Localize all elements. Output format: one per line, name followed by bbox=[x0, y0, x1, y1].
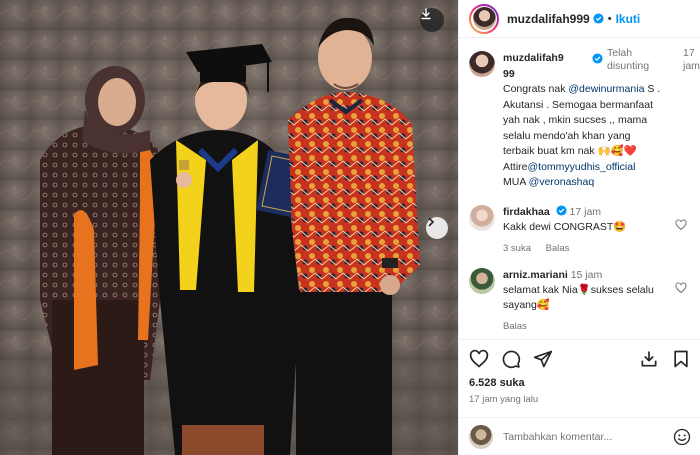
send-icon[interactable] bbox=[533, 349, 553, 369]
comment-input[interactable]: Tambahkan komentar... bbox=[503, 431, 673, 443]
heart-icon[interactable] bbox=[675, 218, 687, 231]
author-avatar[interactable] bbox=[469, 3, 499, 34]
comment-emoji: 🥰 bbox=[536, 298, 550, 311]
comment-meta: Balas bbox=[503, 321, 673, 332]
verified-badge-icon bbox=[592, 53, 603, 64]
comment-item: arniz.mariani 15 jam selamat kak Nia🌹suk… bbox=[469, 267, 691, 332]
comment-text: Kakk dewi CONGRAST bbox=[503, 220, 614, 233]
heart-icon[interactable] bbox=[675, 281, 687, 294]
comment-username[interactable]: firdakhaa bbox=[503, 206, 550, 218]
reply-button[interactable]: Balas bbox=[546, 243, 570, 254]
separator-dot: • bbox=[607, 12, 612, 25]
chevron-right-icon bbox=[428, 217, 435, 227]
like-count[interactable]: 6.528 suka bbox=[469, 377, 691, 389]
follow-button[interactable]: Ikuti bbox=[616, 12, 641, 26]
reply-button[interactable]: Balas bbox=[503, 321, 527, 332]
comment-emoji: 🌹 bbox=[577, 283, 591, 296]
comment-time: 15 jam bbox=[570, 268, 603, 281]
commenter-avatar[interactable] bbox=[469, 204, 495, 231]
edited-label: Telah disunting bbox=[607, 47, 650, 72]
mention-attire[interactable]: @tommyyudhis_official bbox=[528, 161, 636, 173]
repost-icon[interactable] bbox=[639, 349, 659, 369]
post-date: 17 jam yang lalu bbox=[469, 394, 539, 405]
verified-badge-icon bbox=[556, 204, 567, 216]
comments-scroll-area[interactable]: muzdalifah9 99 Congrats nak @dewinurmania… bbox=[459, 39, 700, 339]
comment-time: 17 jam bbox=[569, 205, 602, 218]
comment-body: firdakhaa 17 jam Kakk dewi CONGRAST🤩 bbox=[503, 204, 673, 235]
comment-item: firdakhaa 17 jam Kakk dewi CONGRAST🤩 3 s… bbox=[469, 204, 691, 254]
comment-username[interactable]: arniz.mariani bbox=[503, 269, 568, 281]
mention-dewinurmania[interactable]: @dewinurmania bbox=[568, 83, 644, 95]
bookmark-icon[interactable] bbox=[671, 349, 691, 369]
caption-emojis: 🙌🥰❤️ bbox=[597, 145, 637, 157]
heart-icon[interactable] bbox=[469, 349, 489, 369]
post-header: muzdalifah999 • Ikuti bbox=[459, 0, 700, 38]
caption-username[interactable]: muzdalifah9 99 bbox=[503, 52, 564, 80]
post-actions: 6.528 suka 17 jam yang lalu bbox=[459, 339, 700, 405]
verified-badge-icon bbox=[593, 13, 604, 24]
post-side-panel: muzdalifah999 • Ikuti muzdalifah9 99 Cong… bbox=[458, 0, 700, 455]
comment-meta: 3 suka Balas bbox=[503, 243, 673, 254]
author-username[interactable]: muzdalifah999 bbox=[507, 12, 590, 26]
caption: muzdalifah9 99 Congrats nak @dewinurmania… bbox=[469, 47, 700, 191]
comment-body: arniz.mariani 15 jam selamat kak Nia🌹suk… bbox=[503, 268, 673, 313]
comment-likes[interactable]: 3 suka bbox=[503, 243, 531, 254]
action-icons-row bbox=[469, 348, 691, 370]
comment-emoji: 🤩 bbox=[613, 220, 627, 233]
post-photo[interactable] bbox=[0, 0, 458, 455]
comment-text: selamat kak Nia bbox=[503, 283, 578, 296]
mention-mua[interactable]: @veronashaq bbox=[529, 176, 595, 188]
emoji-icon[interactable] bbox=[673, 428, 691, 446]
commenter-avatar[interactable] bbox=[469, 267, 495, 294]
viewer-avatar bbox=[469, 424, 493, 449]
download-button[interactable] bbox=[420, 8, 444, 32]
comment-icon[interactable] bbox=[501, 349, 521, 369]
comment-composer: Tambahkan komentar... bbox=[459, 417, 700, 455]
caption-time: 17 jam bbox=[683, 47, 700, 72]
graduation-photo-illustration bbox=[0, 0, 458, 455]
download-icon bbox=[421, 8, 431, 20]
next-image-button[interactable] bbox=[426, 217, 448, 239]
caption-avatar[interactable] bbox=[469, 51, 495, 77]
